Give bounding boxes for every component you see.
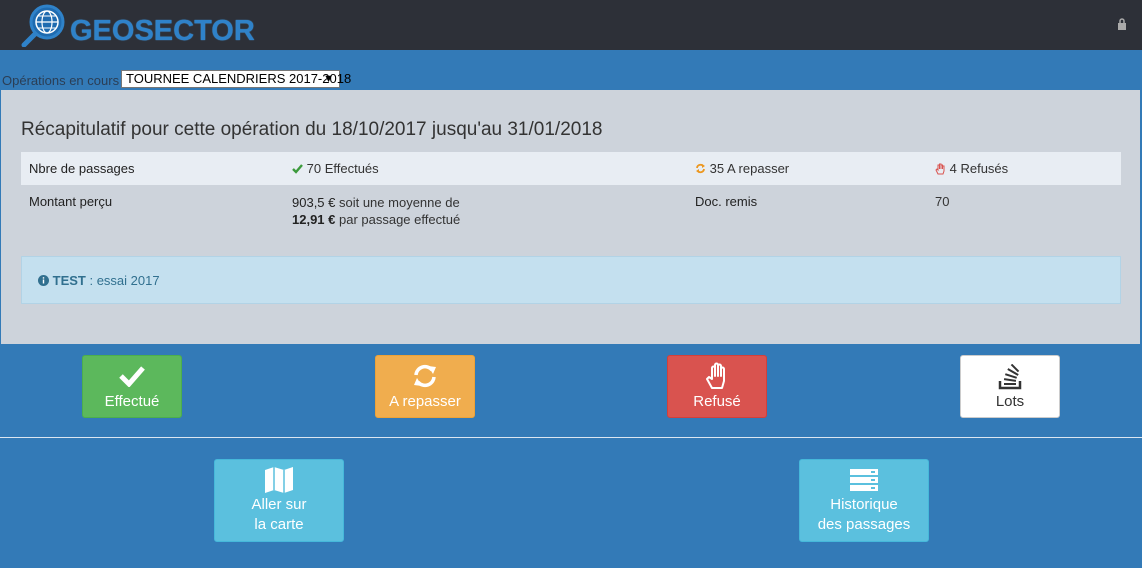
history-line2: des passages [817,516,911,533]
amount-value: 903,5 € [292,195,336,210]
top-navbar: GEOSECTOR [0,0,1142,50]
lots-button[interactable]: Lots [960,355,1060,418]
average-value: 12,91 € [292,212,336,227]
amount-row: Montant perçu 903,5 € soit une moyenne d… [21,194,1121,234]
redo-button-label: A repasser [389,393,461,410]
done-button[interactable]: Effectué [82,355,182,418]
history-button[interactable]: Historique des passages [799,459,929,542]
refused-button-label: Refusé [693,393,741,410]
redo-button[interactable]: A repasser [375,355,475,418]
server-list-icon [850,469,878,491]
amount-details: 903,5 € soit une moyenne de 12,91 € par … [292,194,460,228]
check-icon [292,164,303,174]
dropdown-arrow-icon: ▼ [323,73,334,85]
amount-label: Montant perçu [29,194,113,209]
lots-button-label: Lots [995,393,1025,410]
average-suffix-text: par passage effectué [335,212,461,227]
info-circle-icon [38,275,49,286]
refresh-icon [414,364,436,388]
passages-label: Nbre de passages [29,161,135,176]
info-alert: TEST : essai 2017 [21,256,1121,304]
history-line1: Historique [830,496,898,513]
doc-label: Doc. remis [695,194,758,209]
redo-count-text: 35 A repasser [709,161,790,176]
go-to-map-line2: la carte [254,516,304,533]
amount-mid-text: soit une moyenne de [335,195,460,210]
hand-stop-icon [935,163,945,175]
globe-magnifier-icon [21,4,65,47]
hand-stop-icon [706,362,725,389]
operation-selected-value: TOURNEE CALENDRIERS 2017-2018 [126,71,352,86]
refused-count: 4 Refusés [935,161,1008,176]
done-button-label: Effectué [104,393,160,410]
doc-value: 70 [935,194,950,209]
passages-row: Nbre de passages 70 Effectués 35 A repas… [21,152,1121,185]
refused-button[interactable]: Refusé [667,355,767,418]
refused-count-text: 4 Refusés [949,161,1009,176]
done-count: 70 Effectués [292,161,379,176]
go-to-map-line1: Aller sur [251,496,307,513]
map-icon [265,467,293,493]
info-bold-text: TEST [52,273,86,288]
lock-icon[interactable] [1117,18,1127,30]
redo-count: 35 A repasser [695,161,789,176]
operation-label: Opérations en cours : [2,73,127,88]
info-text: : essai 2017 [85,273,160,288]
refresh-icon [696,163,705,174]
go-to-map-button[interactable]: Aller sur la carte [214,459,344,542]
check-icon [119,366,145,387]
summary-title: Récapitulatif pour cette opération du 18… [21,119,603,140]
app-logo-text: GEOSECTOR [70,15,255,47]
summary-panel: Récapitulatif pour cette opération du 18… [1,90,1140,344]
section-divider [0,437,1142,438]
operation-select[interactable]: TOURNEE CALENDRIERS 2017-2018 ▼ [121,70,351,88]
stack-icon [998,364,1022,390]
done-count-text: 70 Effectués [306,161,379,176]
